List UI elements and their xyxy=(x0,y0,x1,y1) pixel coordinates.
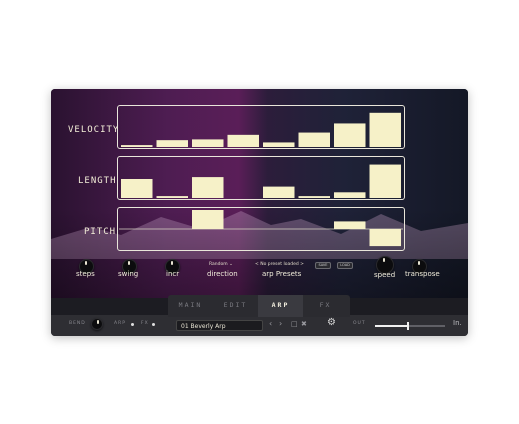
length-step-graph[interactable] xyxy=(117,156,405,200)
tab-fx[interactable]: FX xyxy=(303,295,348,317)
preset-next-icon[interactable]: > xyxy=(300,262,304,267)
velocity-label: VELOCITY xyxy=(68,125,120,135)
length-step-6[interactable] xyxy=(298,196,331,198)
arp-load-button[interactable]: LOAD xyxy=(337,262,353,269)
chevron-down-icon: ⌄ xyxy=(229,262,233,267)
tab-main[interactable]: MAIN xyxy=(168,295,213,317)
preset-prev-icon[interactable]: < xyxy=(255,262,259,267)
transpose-label: transpose xyxy=(405,270,440,278)
length-step-2[interactable] xyxy=(156,196,189,198)
length-step-3[interactable] xyxy=(192,177,224,198)
direction-select[interactable]: Random ⌄ xyxy=(209,262,233,267)
preset-status: No preset loaded xyxy=(260,262,299,267)
arp-presets-label: arp Presets xyxy=(262,270,302,278)
gear-icon[interactable]: ⚙ xyxy=(327,317,336,328)
arp-toggle-label: ARP xyxy=(114,321,126,326)
length-step-5[interactable] xyxy=(263,186,295,198)
velocity-step-4[interactable] xyxy=(227,134,260,147)
save-file-icon[interactable]: □ xyxy=(291,320,298,328)
pitch-label: PITCH xyxy=(84,227,117,237)
pitch-step-3[interactable] xyxy=(192,210,224,229)
velocity-step-3[interactable] xyxy=(192,139,224,147)
pitch-step-graph[interactable] xyxy=(117,207,405,251)
length-step-1[interactable] xyxy=(121,179,153,198)
length-label: LENGTH xyxy=(78,176,117,186)
speed-label: speed xyxy=(374,271,396,279)
pitch-step-8[interactable] xyxy=(369,229,402,247)
steps-label: steps xyxy=(76,270,95,278)
delete-icon[interactable]: ✖ xyxy=(301,320,307,328)
arp-toggle[interactable] xyxy=(131,323,134,326)
bottom-bar: BEND ARP FX 01 Beverly Arp ‹ › □ ✖ ⚙ OUT… xyxy=(51,315,468,336)
pitch-step-7[interactable] xyxy=(334,221,366,229)
direction-label: direction xyxy=(207,270,238,278)
tab-arp[interactable]: ARP xyxy=(258,295,303,317)
output-volume-slider[interactable] xyxy=(375,322,445,330)
velocity-bars[interactable] xyxy=(119,106,403,148)
arp-plugin-window: VELOCITY LENGTH PITCH steps swing incr R… xyxy=(51,89,468,336)
pitch-bars[interactable] xyxy=(119,208,403,250)
chevron-right-icon[interactable]: › xyxy=(279,319,282,328)
fx-toggle-label: FX xyxy=(141,321,149,326)
velocity-step-1[interactable] xyxy=(121,145,153,147)
page-tabs: MAIN EDIT ARP FX xyxy=(168,295,350,317)
brand-logo: In. xyxy=(453,319,462,327)
incr-label: incr xyxy=(166,270,180,278)
arp-save-button[interactable]: SAVE xyxy=(315,262,331,269)
velocity-step-2[interactable] xyxy=(156,140,189,147)
fx-toggle[interactable] xyxy=(152,323,155,326)
velocity-step-graph[interactable] xyxy=(117,105,405,149)
output-volume-thumb[interactable] xyxy=(406,322,409,330)
bend-label: BEND xyxy=(69,321,86,326)
out-label: OUT xyxy=(353,321,366,326)
tab-edit[interactable]: EDIT xyxy=(213,295,258,317)
velocity-step-7[interactable] xyxy=(334,123,366,147)
length-bars[interactable] xyxy=(119,157,403,199)
preset-browser: < No preset loaded > xyxy=(255,262,304,267)
chevron-left-icon[interactable]: ‹ xyxy=(269,319,272,328)
preset-name-display[interactable]: 01 Beverly Arp xyxy=(176,320,263,331)
velocity-step-5[interactable] xyxy=(263,142,295,147)
output-volume-fill xyxy=(375,325,407,327)
length-step-7[interactable] xyxy=(334,192,366,198)
swing-label: swing xyxy=(118,270,139,278)
length-step-8[interactable] xyxy=(369,164,402,198)
velocity-step-8[interactable] xyxy=(369,112,402,147)
velocity-step-6[interactable] xyxy=(298,132,331,147)
bend-knob[interactable] xyxy=(91,318,103,330)
direction-value: Random xyxy=(209,262,228,267)
